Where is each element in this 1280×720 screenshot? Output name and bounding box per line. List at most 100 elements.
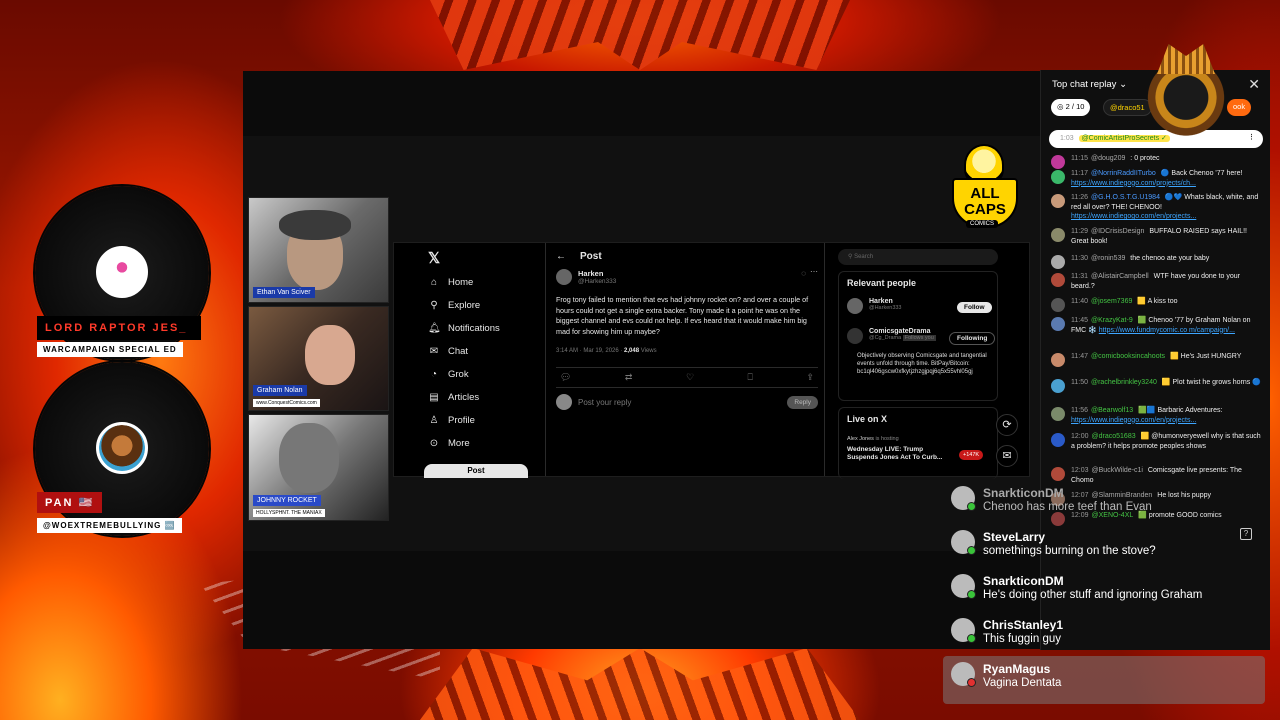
grok-icon[interactable]: ◌	[801, 269, 806, 278]
chat-username[interactable]: @comicbooksincahoots	[1091, 353, 1165, 360]
avatar	[951, 530, 976, 555]
nav-profile[interactable]: ♙ Profile	[428, 415, 475, 426]
chat-message[interactable]: 11:47 @comicbooksincahoots 🟨 He's Just HU…	[1051, 352, 1263, 367]
avatar[interactable]	[1051, 228, 1065, 242]
chat-message[interactable]: 11:50 @rachelbrinkley3240 🟨 Plot twist he…	[1051, 378, 1263, 393]
chat-message[interactable]: 11:26 @G.H.O.S.T.G.U1984 🔵💙 Whats black, …	[1051, 193, 1263, 222]
chat-timestamp: 11:45	[1071, 317, 1088, 324]
bookmark-icon[interactable]: ⎕	[748, 372, 753, 383]
avatar	[556, 394, 572, 410]
more-options-icon[interactable]: ⋯	[810, 267, 818, 276]
chat-username[interactable]: @doug209	[1091, 155, 1125, 162]
avatar[interactable]	[1051, 379, 1065, 393]
chat-link[interactable]: https://www.indiegogo.com/en/projects...	[1071, 213, 1196, 220]
avatar[interactable]	[1051, 170, 1065, 184]
chat-message[interactable]: 11:17 @NorrinRaddIITurbo 🔵 Back Chenoo '7…	[1051, 169, 1263, 188]
nav-home[interactable]: ⌂ Home	[428, 277, 473, 288]
avatar[interactable]	[1051, 194, 1065, 208]
follow-button[interactable]: Follow	[957, 302, 992, 313]
chat-message[interactable]: 11:30 @ronin539 the chenoo ate your baby	[1051, 254, 1263, 269]
nav-grok[interactable]: ◔ Grok	[428, 369, 469, 380]
pinned-message[interactable]: 1:03 @ComicArtistProSecrets ✓ ⋮	[1049, 130, 1263, 148]
avatar[interactable]	[1051, 255, 1065, 269]
following-button[interactable]: Following	[949, 332, 996, 345]
close-icon[interactable]: ✕	[1248, 76, 1260, 93]
chat-username[interactable]: @rachelbrinkley3240	[1091, 379, 1157, 386]
more-options-icon[interactable]: ⋮	[1248, 133, 1255, 141]
overlay-text: Vagina Dentata	[983, 677, 1062, 689]
chat-username[interactable]: @AlistairCampbell	[1091, 273, 1149, 280]
back-arrow-icon[interactable]: ←	[556, 251, 566, 262]
repost-icon[interactable]: ⇄	[625, 372, 633, 383]
avatar[interactable]	[1051, 407, 1065, 421]
chat-username[interactable]: @josem7369	[1091, 298, 1132, 305]
mention-chip[interactable]: @draco51	[1103, 99, 1152, 116]
chat-message[interactable]: 11:45 @KrazyKat-9 🟩 Chenoo '77 by Graham …	[1051, 316, 1263, 335]
grok-button-icon[interactable]: ⟳	[996, 414, 1018, 436]
live-headline[interactable]: Wednesday LIVE: Trump Suspends Jones Act…	[847, 446, 951, 462]
like-icon[interactable]: ♡	[686, 372, 694, 383]
avatar	[951, 618, 976, 643]
chat-message[interactable]: 12:00 @draco51683 🟨 @humonveryewell why i…	[1051, 432, 1263, 451]
chat-message[interactable]: 11:31 @AlistairCampbell WTF have you done…	[1051, 272, 1263, 291]
live-on-x-box: Live on X Alex Jones is hosting Wednesda…	[838, 407, 998, 479]
promo-chip[interactable]: ook	[1227, 99, 1252, 116]
chat-username[interactable]: @draco51683	[1092, 433, 1136, 440]
chat-text: : 0 protec	[1128, 155, 1160, 162]
nav-articles[interactable]: ▤ Articles	[428, 392, 479, 403]
chat-link[interactable]: https://www.indiegogo.com/en/projects...	[1071, 417, 1196, 424]
relevant-person[interactable]: Harken @Harken333	[847, 298, 902, 314]
spartan-emblem-bottom	[420, 648, 860, 720]
chat-timestamp: 11:56	[1071, 407, 1088, 414]
tweet-author[interactable]: Harken @Harken333	[556, 269, 616, 285]
chat-message[interactable]: 11:40 @josem7369 🟨 A kiss too	[1051, 297, 1263, 312]
nav-more[interactable]: ⊙ More	[428, 438, 470, 449]
post-button[interactable]: Post	[424, 464, 528, 478]
nav-notifications[interactable]: 🔔︎ Notifications	[428, 323, 500, 334]
avatar[interactable]	[1051, 155, 1065, 169]
search-input[interactable]: ⚲ Search	[838, 249, 998, 265]
avatar[interactable]	[556, 269, 572, 285]
chat-link[interactable]: https://www.fundmycomic.co m/campaign/..…	[1099, 327, 1235, 334]
chat-username[interactable]: @ronin539	[1091, 255, 1125, 262]
chat-username[interactable]: @BuckWilde-c1i	[1092, 467, 1143, 474]
nav-explore[interactable]: ⚲ Explore	[428, 300, 480, 311]
avatar[interactable]	[1051, 298, 1065, 312]
avatar[interactable]	[1051, 273, 1065, 287]
chat-username[interactable]: @Bearwolf13	[1091, 407, 1133, 414]
reply-button[interactable]: Reply	[787, 395, 818, 409]
tile-sublabel: www.ConquestComics.com	[253, 399, 320, 407]
chat-link[interactable]: https://www.indiegogo.com/projects/ch...	[1071, 180, 1196, 187]
relevant-person[interactable]: ComicsgateDrama @Cg_Drama Follows you	[847, 328, 936, 344]
reply-icon[interactable]: 💬︎	[560, 372, 571, 383]
reply-composer: Post your reply Reply	[556, 394, 818, 410]
reply-input[interactable]: Post your reply	[578, 398, 781, 407]
avatar[interactable]	[1051, 353, 1065, 367]
overlay-text: He's doing other stuff and ignoring Grah…	[983, 589, 1203, 601]
poll-chip[interactable]: ◎ 2 / 10	[1051, 99, 1091, 116]
avatar[interactable]	[1051, 467, 1065, 481]
host-name-2: PAN 🇺🇸	[37, 492, 103, 513]
tile-sublabel: HOLLYSPHNT. THE MANIAX	[253, 509, 325, 517]
chat-mode-dropdown[interactable]: Top chat replay ⌄	[1052, 79, 1127, 90]
chat-message[interactable]: 11:56 @Bearwolf13 🟩🟦 Barbaric Adventures:…	[1051, 406, 1263, 425]
tweet-actions: 💬︎ ⇄ ♡ ⎕ ⇪	[556, 367, 818, 388]
overlay-username: SnarkticonDM	[983, 574, 1064, 588]
nav-chat[interactable]: ✉ Chat	[428, 346, 468, 357]
messages-button-icon[interactable]: ✉	[996, 445, 1018, 467]
chat-timestamp: 11:15	[1071, 155, 1088, 162]
chat-username[interactable]: @NorrinRaddIITurbo	[1091, 170, 1156, 177]
share-icon[interactable]: ⇪	[806, 372, 814, 383]
avatar[interactable]	[1051, 317, 1065, 331]
x-logo-icon[interactable]: 𝕏	[428, 249, 440, 267]
chat-timestamp: 11:26	[1071, 194, 1088, 201]
chat-username[interactable]: @KrazyKat-9	[1091, 317, 1133, 324]
chat-message[interactable]: 11:15 @doug209 : 0 protec	[1051, 154, 1263, 169]
scroll-down-icon[interactable]: ?	[1240, 528, 1252, 540]
avatar[interactable]	[1051, 433, 1065, 447]
chat-message[interactable]: 11:29 @IDCrisisDesign BUFFALO RAISED says…	[1051, 227, 1263, 246]
person-description: Objectively observing Comicsgate and tan…	[857, 353, 987, 375]
chat-username[interactable]: @G.H.O.S.T.G.U1984	[1091, 194, 1160, 201]
chat-username[interactable]: @IDCrisisDesign	[1091, 228, 1144, 235]
overlay-text: Chenoo has more teef than Evan	[983, 501, 1152, 513]
